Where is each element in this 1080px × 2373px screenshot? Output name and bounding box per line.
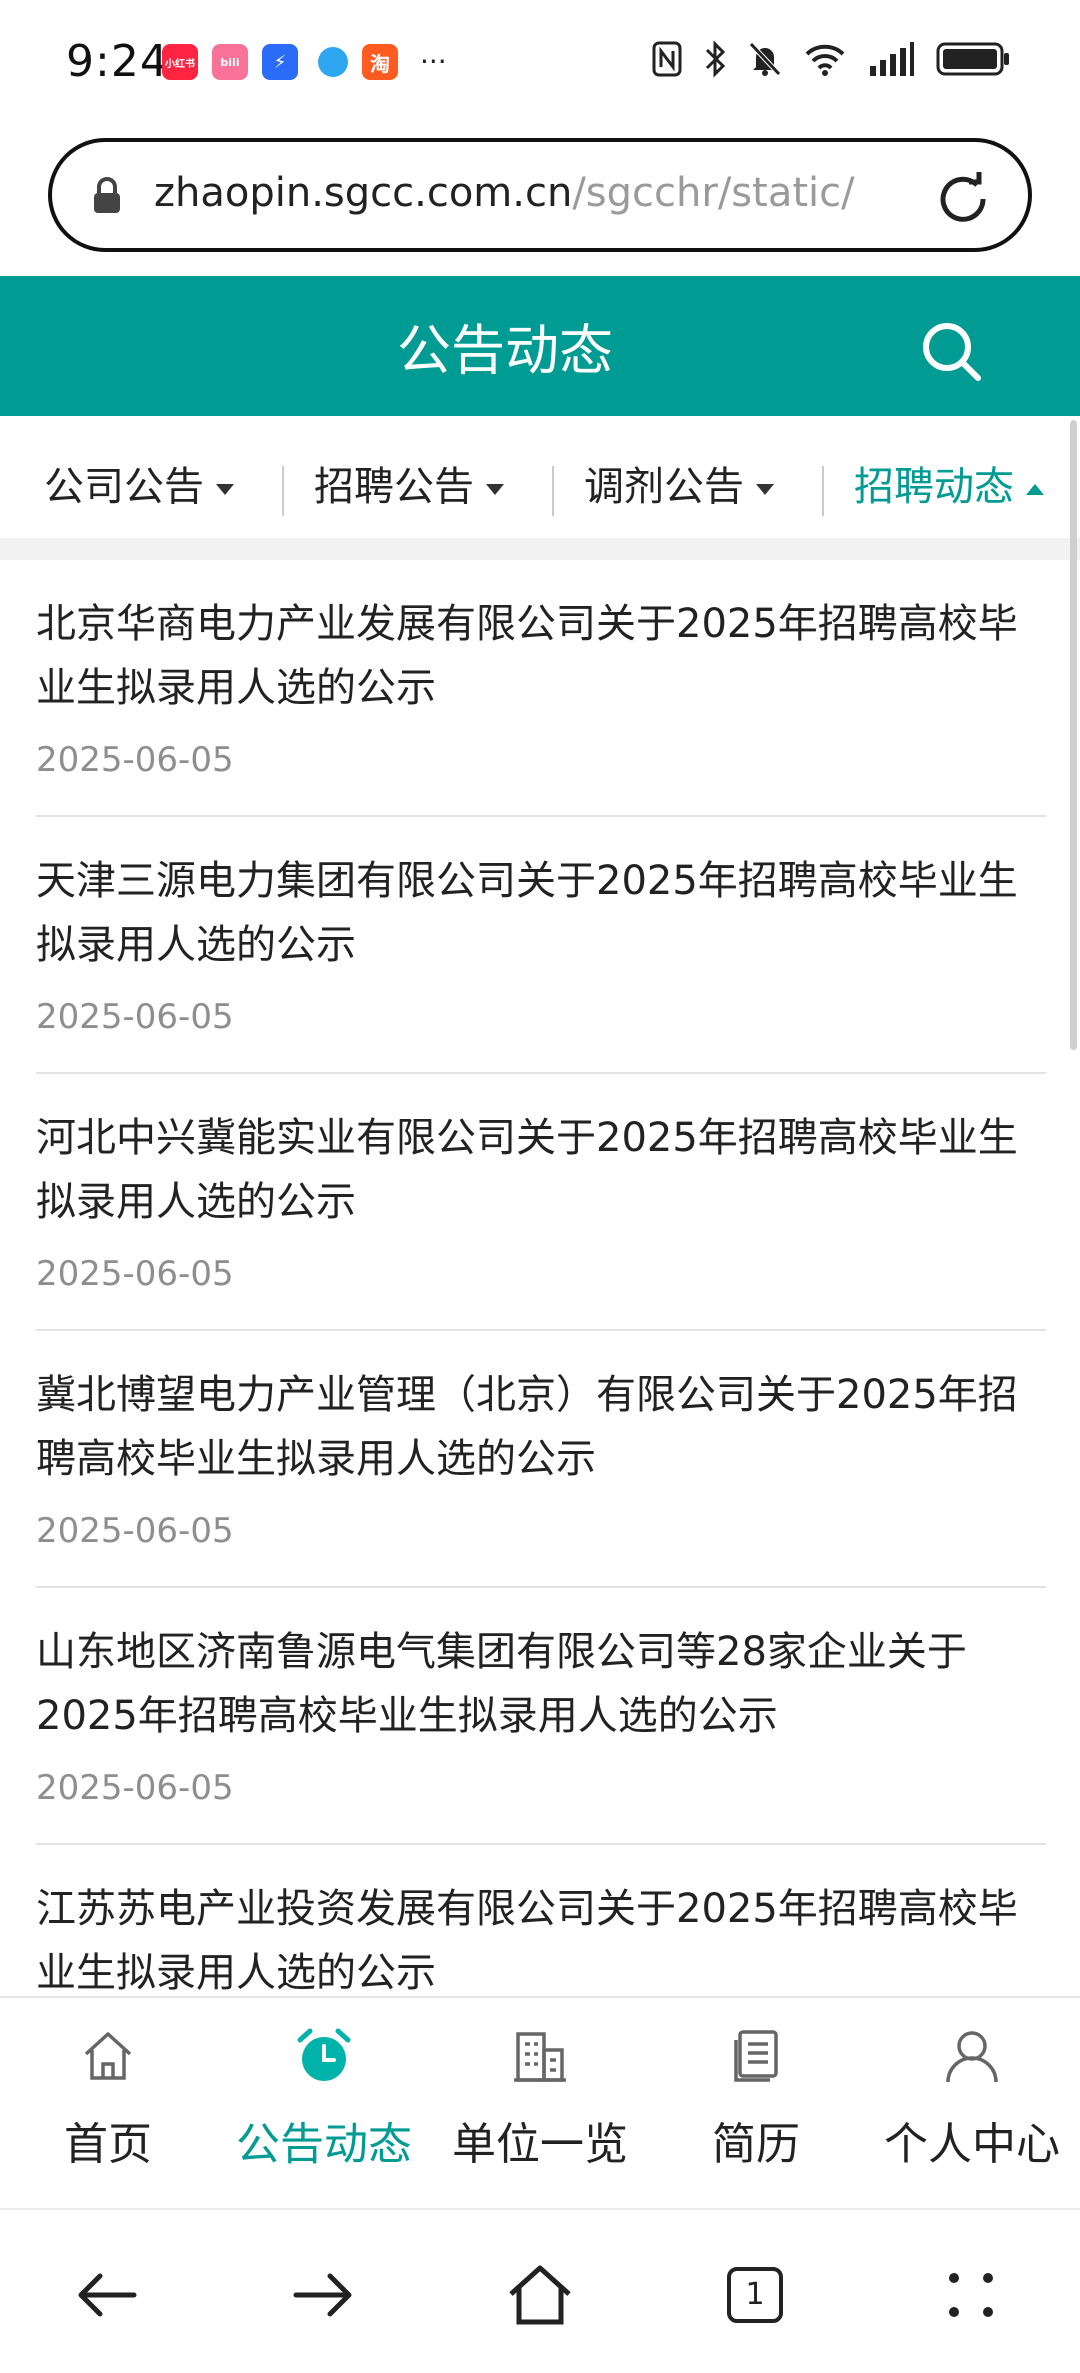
list-item[interactable]: 北京华商电力产业发展有限公司关于2025年招聘高校毕业生拟录用人选的公示 202…	[36, 560, 1046, 817]
url-text[interactable]: zhaopin.sgcc.com.cn/sgcchr/static/	[154, 170, 944, 216]
app-root: 9:24 小红书 bili ⚡ 淘 ··· zhaopin.sgcc.com.c…	[0, 0, 1080, 2373]
tab-label: 招聘公告	[314, 464, 474, 510]
list-item[interactable]: 天津三源电力集团有限公司关于2025年招聘高校毕业生拟录用人选的公示 2025-…	[36, 817, 1046, 1074]
nav-announcements[interactable]: 公告动态	[216, 1998, 432, 2208]
notice-date: 2025-06-05	[36, 1254, 234, 1294]
user-icon	[946, 2031, 998, 2083]
wifi-icon	[805, 44, 845, 76]
notice-title: 天津三源电力集团有限公司关于2025年招聘高校毕业生拟录用人选的公示	[36, 858, 1018, 968]
notice-title: 河北中兴冀能实业有限公司关于2025年招聘高校毕业生拟录用人选的公示	[36, 1115, 1018, 1225]
tab-divider	[282, 466, 284, 516]
list-item[interactable]: 冀北博望电力产业管理（北京）有限公司关于2025年招聘高校毕业生拟录用人选的公示…	[36, 1331, 1046, 1588]
nav-label: 公告动态	[236, 2119, 412, 2170]
search-icon[interactable]	[920, 320, 982, 382]
url-path: /sgcchr/static/	[572, 170, 855, 216]
battery-icon	[936, 42, 1009, 76]
category-tabs: 公司公告 招聘公告 调剂公告 招聘动态	[0, 418, 1080, 538]
chevron-up-icon	[1026, 483, 1044, 495]
nav-home[interactable]: 首页	[0, 1998, 216, 2208]
notice-title: 北京华商电力产业发展有限公司关于2025年招聘高校毕业生拟录用人选的公示	[36, 601, 1018, 711]
tab-recruitment-news[interactable]: 招聘动态	[854, 454, 1044, 512]
back-arrow-icon[interactable]	[72, 2260, 142, 2330]
notice-title: 山东地区济南鲁源电气集团有限公司等28家企业关于2025年招聘高校毕业生拟录用人…	[36, 1629, 967, 1739]
browser-toolbar: 1	[0, 2208, 1080, 2373]
status-bar: 9:24 小红书 bili ⚡ 淘 ···	[0, 0, 1080, 125]
home-icon[interactable]	[505, 2260, 575, 2330]
chevron-down-icon	[486, 483, 504, 495]
tab-transfer-notice[interactable]: 调剂公告	[584, 454, 774, 512]
tab-count: 1	[727, 2267, 783, 2323]
scrollbar[interactable]	[1070, 420, 1077, 1050]
address-bar[interactable]: zhaopin.sgcc.com.cn/sgcchr/static/	[48, 138, 1032, 252]
nfc-icon	[652, 41, 682, 77]
chevron-down-icon	[216, 483, 234, 495]
tab-label: 公司公告	[44, 464, 204, 510]
nav-profile[interactable]: 个人中心	[864, 1998, 1080, 2208]
bilibili-icon: bili	[212, 44, 248, 80]
lock-icon	[94, 177, 120, 213]
forward-arrow-icon[interactable]	[288, 2260, 358, 2330]
nav-label: 简历	[712, 2119, 800, 2170]
signal-icon	[870, 42, 914, 76]
bottom-tab-bar: 首页 公告动态 单位一览 简历 个人中心	[0, 1996, 1080, 2208]
system-status-icons	[652, 40, 1010, 78]
status-time: 9:24	[66, 36, 169, 87]
notice-date: 2025-06-05	[36, 1511, 234, 1551]
list-item[interactable]: 山东地区济南鲁源电气集团有限公司等28家企业关于2025年招聘高校毕业生拟录用人…	[36, 1588, 1046, 1845]
alarm-clock-icon	[297, 2028, 351, 2081]
blue-bird-icon	[318, 47, 348, 77]
xiaohongshu-icon: 小红书	[162, 44, 198, 80]
notice-date: 2025-06-05	[36, 997, 234, 1037]
tab-label: 招聘动态	[854, 464, 1014, 510]
document-icon	[734, 2030, 778, 2082]
reload-icon[interactable]	[934, 170, 992, 228]
bluetooth-icon	[705, 40, 726, 78]
page-title: 公告动态	[397, 319, 613, 382]
page-header: 公告动态	[0, 276, 1080, 416]
nav-label: 单位一览	[452, 2119, 628, 2170]
more-notifications-icon: ···	[420, 45, 447, 78]
lightning-app-icon: ⚡	[262, 44, 298, 80]
home-icon	[84, 2032, 132, 2080]
nav-resume[interactable]: 简历	[648, 1998, 864, 2208]
tab-divider	[822, 466, 824, 516]
tab-divider	[552, 466, 554, 516]
tab-recruitment-notice[interactable]: 招聘公告	[314, 454, 504, 512]
menu-dots-icon[interactable]	[936, 2260, 1006, 2330]
tabs-switcher-button[interactable]: 1	[720, 2260, 790, 2330]
notice-list: 北京华商电力产业发展有限公司关于2025年招聘高校毕业生拟录用人选的公示 202…	[36, 560, 1046, 2102]
tab-label: 调剂公告	[584, 464, 744, 510]
taobao-icon: 淘	[362, 44, 398, 80]
section-divider	[0, 538, 1080, 560]
notice-date: 2025-06-05	[36, 1768, 234, 1808]
mute-bell-icon	[749, 42, 781, 76]
list-item[interactable]: 河北中兴冀能实业有限公司关于2025年招聘高校毕业生拟录用人选的公示 2025-…	[36, 1074, 1046, 1331]
chevron-down-icon	[756, 483, 774, 495]
notice-date: 2025-06-05	[36, 740, 234, 780]
notification-app-icons: 小红书 bili ⚡ 淘 ···	[162, 44, 447, 80]
notice-title: 冀北博望电力产业管理（北京）有限公司关于2025年招聘高校毕业生拟录用人选的公示	[36, 1372, 1018, 1482]
nav-label: 个人中心	[884, 2119, 1060, 2170]
nav-label: 首页	[64, 2119, 152, 2170]
building-icon	[514, 2032, 566, 2082]
notice-title: 江苏苏电产业投资发展有限公司关于2025年招聘高校毕业生拟录用人选的公示	[36, 1886, 1018, 1996]
url-host: zhaopin.sgcc.com.cn	[154, 170, 573, 216]
tab-company-notice[interactable]: 公司公告	[44, 454, 234, 512]
nav-units[interactable]: 单位一览	[432, 1998, 648, 2208]
